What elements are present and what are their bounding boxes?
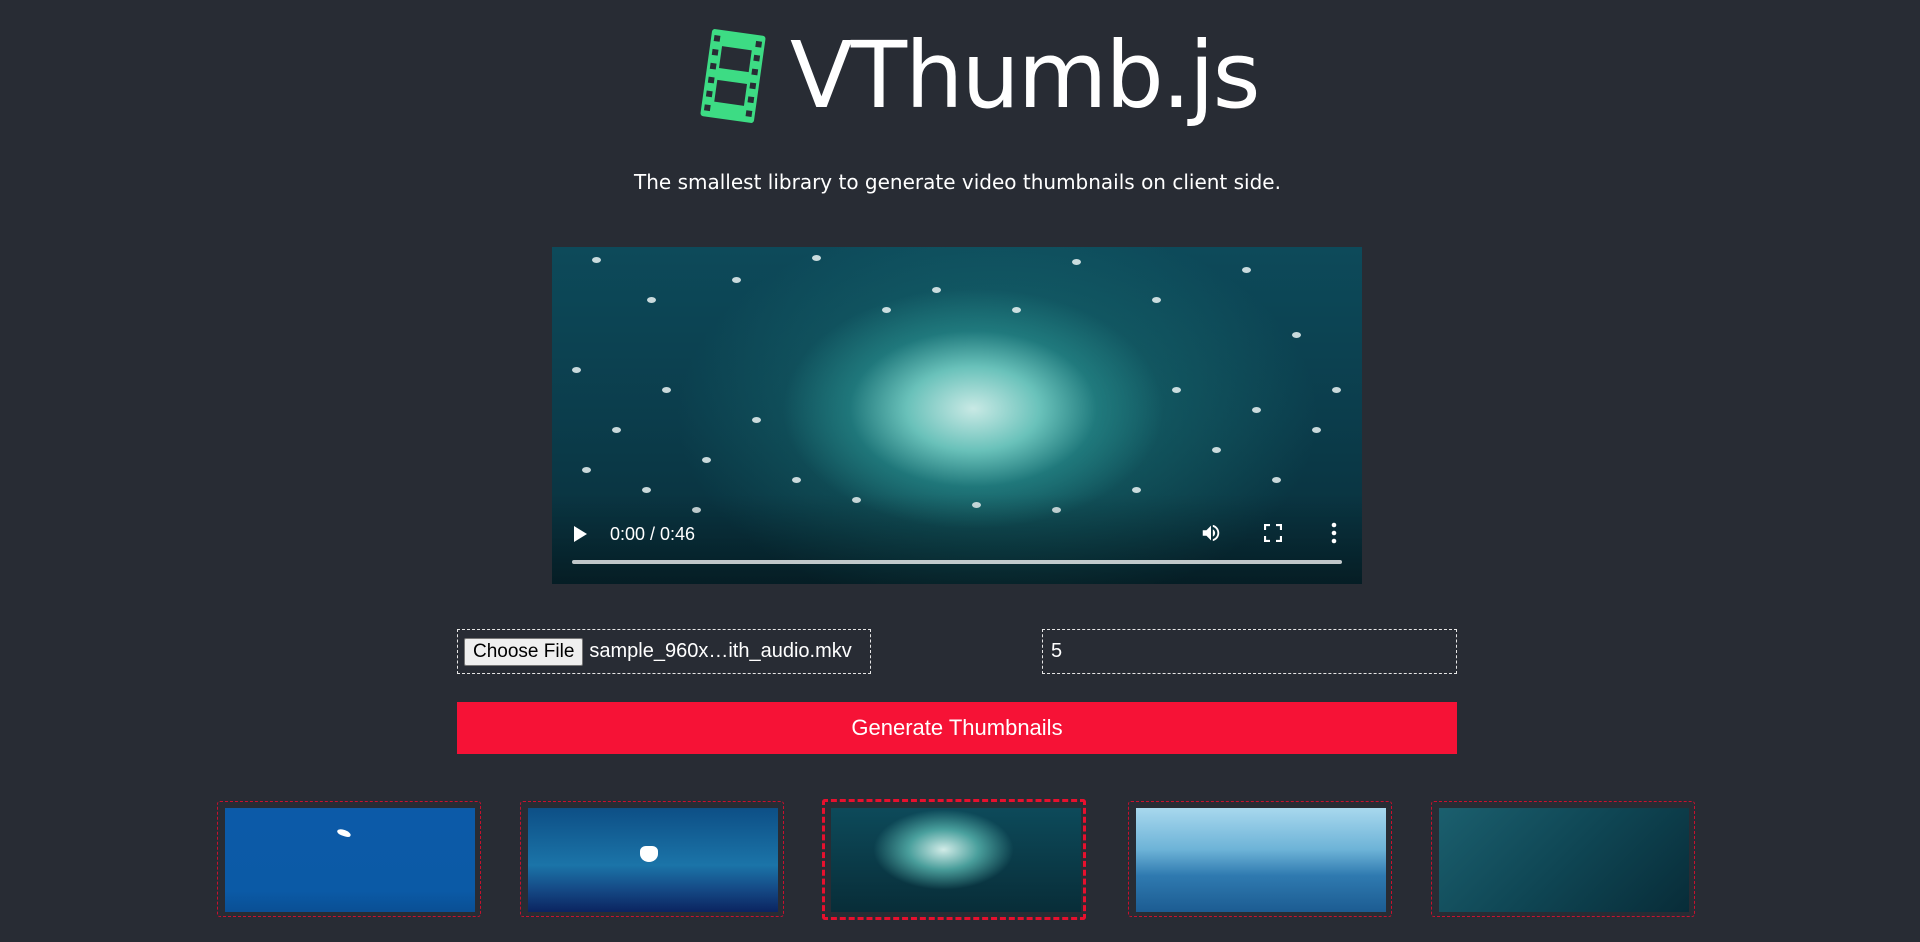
video-time: 0:00 / 0:46 <box>610 524 696 544</box>
fullscreen-icon[interactable] <box>1264 524 1282 542</box>
page: VThumb.js The smallest library to genera… <box>0 0 1920 942</box>
film-strip-icon <box>700 29 766 123</box>
more-vert-icon[interactable] <box>1330 522 1338 544</box>
thumbnail-image <box>1439 808 1689 912</box>
play-icon[interactable] <box>574 526 587 542</box>
video-player[interactable]: 0:00 / 0:46 <box>552 247 1362 584</box>
file-input[interactable]: Choose File sample_960x…ith_audio.mkv <box>457 629 871 674</box>
thumbnail-strip <box>0 799 1920 920</box>
video-progress-bar[interactable] <box>572 560 1342 564</box>
thumbnail-5[interactable] <box>1431 801 1695 917</box>
thumbnail-3-selected[interactable] <box>822 799 1086 920</box>
choose-file-button[interactable]: Choose File <box>464 637 584 666</box>
selected-file-name: sample_960x…ith_audio.mkv <box>589 640 852 662</box>
thumbnail-2[interactable] <box>520 801 784 917</box>
logo-text: VThumb.js <box>790 22 1261 129</box>
thumbnail-count-input[interactable] <box>1042 629 1457 674</box>
thumbnail-image <box>831 808 1081 912</box>
tagline: The smallest library to generate video t… <box>634 170 1281 194</box>
thumbnail-image <box>1136 808 1386 912</box>
generate-thumbnails-button[interactable]: Generate Thumbnails <box>457 702 1457 754</box>
video-controls: 0:00 / 0:46 <box>552 494 1362 584</box>
app-logo: VThumb.js <box>692 22 1261 129</box>
thumbnail-image <box>225 808 475 912</box>
thumbnail-1[interactable] <box>217 801 481 917</box>
thumbnail-4[interactable] <box>1128 801 1392 917</box>
volume-icon[interactable] <box>1200 522 1222 544</box>
thumbnail-image <box>528 808 778 912</box>
